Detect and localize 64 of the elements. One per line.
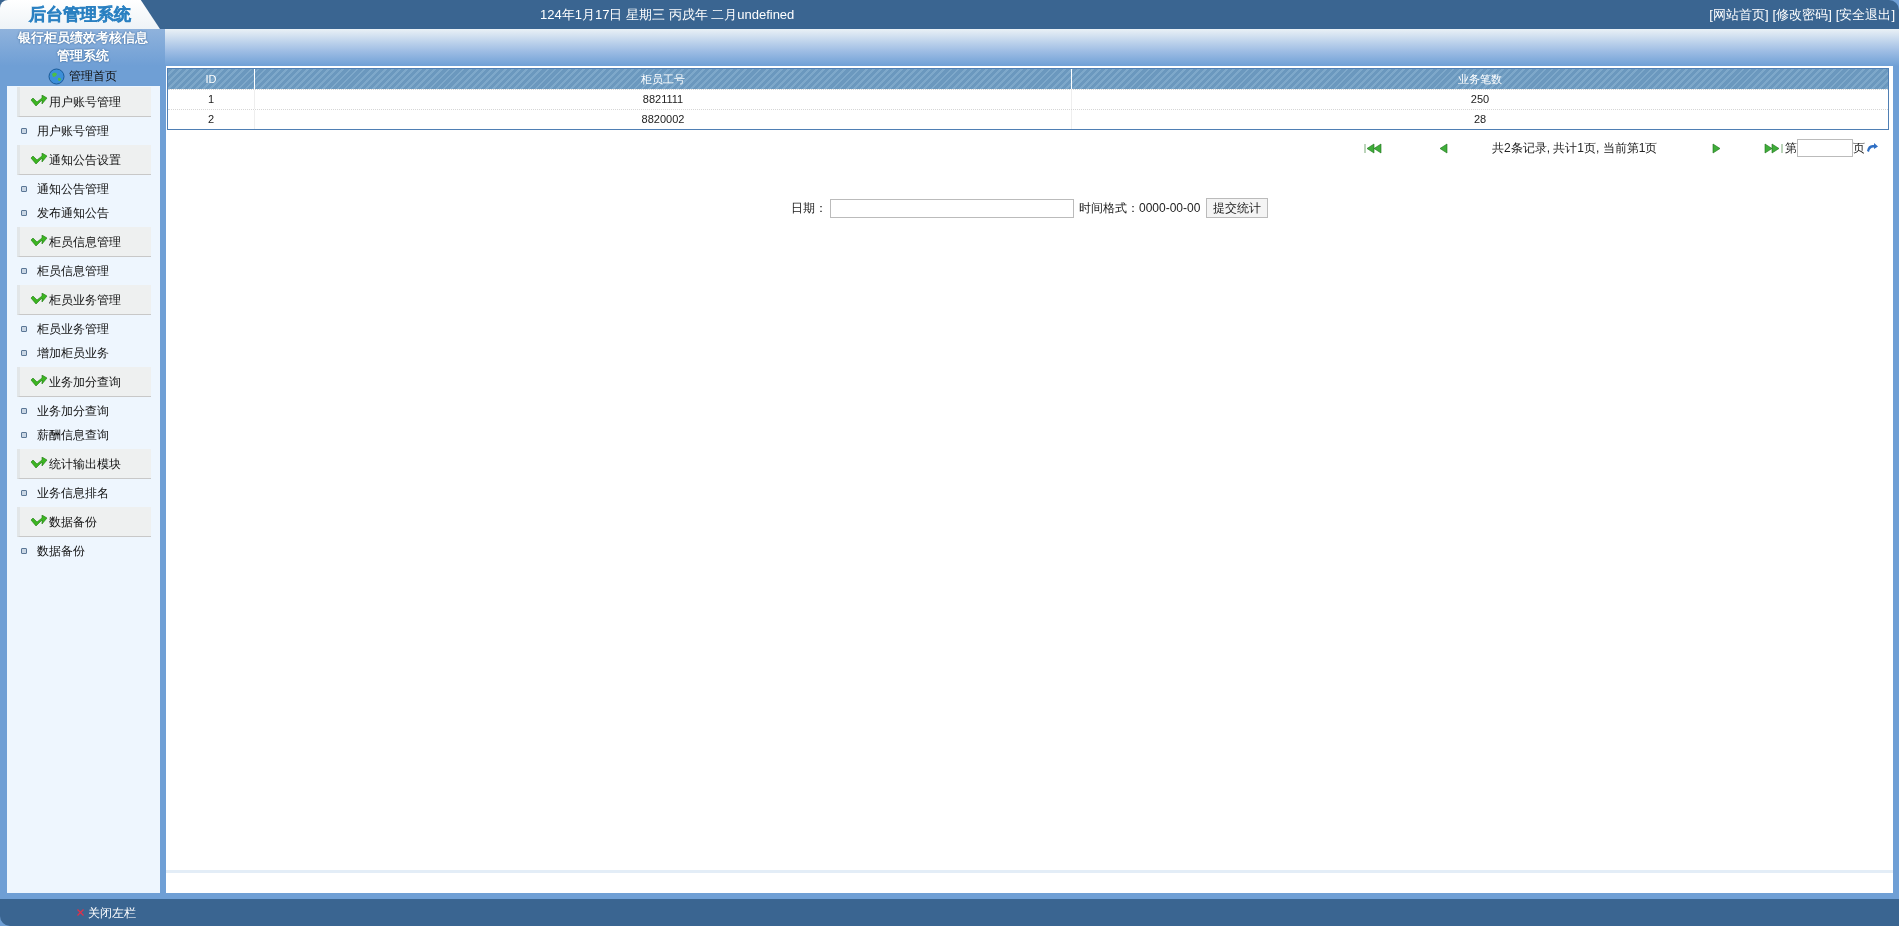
date-input[interactable] [830, 198, 1074, 218]
bullet-icon [21, 326, 27, 332]
column-header: ID [204, 71, 218, 87]
bullet-icon [21, 432, 27, 438]
pager-summary: 共2条记录, 共计1页, 当前第1页 [1492, 140, 1659, 157]
table-cell-text: 2 [206, 112, 216, 128]
bullet-icon [21, 210, 27, 216]
arrow-icon [30, 94, 48, 109]
page-label: 页 [1853, 140, 1865, 157]
sidebar-item[interactable]: 发布通知公告 [37, 204, 109, 222]
sidebar-item[interactable]: 数据备份 [37, 542, 85, 560]
date-text: 124年1月17日 星期三 丙戌年 二月undefined [540, 5, 795, 24]
section-header[interactable]: 数据备份 [17, 507, 151, 537]
section-header[interactable]: 业务加分查询 [17, 367, 151, 397]
sidebar-item[interactable]: 增加柜员业务 [37, 344, 109, 362]
arrow-icon [30, 152, 48, 167]
section-header[interactable]: 柜员信息管理 [17, 227, 151, 257]
bullet-icon [21, 350, 27, 356]
home-link[interactable]: 管理首页 [69, 67, 117, 85]
section-header[interactable]: 统计输出模块 [17, 449, 151, 479]
bullet-icon [21, 128, 27, 134]
bullet-icon [21, 548, 27, 554]
submit-button[interactable]: 提交统计 [1206, 198, 1269, 218]
column-header: 业务笔数 [1071, 69, 1888, 89]
table-cell: 28 [1071, 110, 1888, 129]
globe-icon [48, 67, 65, 85]
table-cell: 8821111 [254, 90, 1071, 109]
header-link[interactable]: [网站首页] [1709, 4, 1769, 25]
section-header[interactable]: 柜员业务管理 [17, 285, 151, 315]
last-page-icon[interactable] [1764, 142, 1784, 154]
format-hint: 时间格式：0000-00-00 [1079, 200, 1201, 217]
arrow-icon [30, 456, 48, 471]
refresh-icon[interactable] [1865, 142, 1880, 154]
sidebar-item[interactable]: 柜员业务管理 [37, 320, 109, 338]
column-header: 柜员工号 [254, 69, 1071, 89]
arrow-icon [30, 514, 48, 529]
sidebar-item[interactable]: 业务加分查询 [37, 402, 109, 420]
date-label: 日期： [791, 200, 827, 217]
table-cell-text: 1 [206, 92, 216, 108]
arrow-icon [30, 374, 48, 389]
sidebar-item[interactable]: 用户账号管理 [37, 122, 109, 140]
section-header[interactable]: 用户账号管理 [17, 87, 151, 117]
sidebar-item[interactable]: 通知公告管理 [37, 180, 109, 198]
arrow-icon [30, 292, 48, 307]
page-input[interactable] [1797, 139, 1853, 157]
sidebar-item[interactable]: 薪酬信息查询 [37, 426, 109, 444]
table-cell: 250 [1071, 90, 1888, 109]
sidebar-item[interactable]: 柜员信息管理 [37, 262, 109, 280]
system-title: 银行柜员绩效考核信息管理系统 [16, 29, 149, 65]
bullet-icon [21, 268, 27, 274]
header-link[interactable]: [修改密码] [1772, 4, 1832, 25]
arrow-icon [30, 234, 48, 249]
bullet-icon [21, 186, 27, 192]
bullet-icon [21, 490, 27, 496]
logo-text: 后台管理系统 [29, 3, 131, 26]
page-label: 第 [1785, 140, 1797, 157]
close-icon [77, 909, 84, 916]
header-link[interactable]: [安全退出] [1835, 4, 1895, 25]
bullet-icon [21, 408, 27, 414]
first-page-icon[interactable] [1364, 142, 1384, 154]
close-sidebar-link[interactable]: 关闭左栏 [88, 903, 136, 922]
table-cell: 8820002 [254, 110, 1071, 129]
section-header[interactable]: 通知公告设置 [17, 145, 151, 175]
sidebar-item[interactable]: 业务信息排名 [37, 484, 109, 502]
